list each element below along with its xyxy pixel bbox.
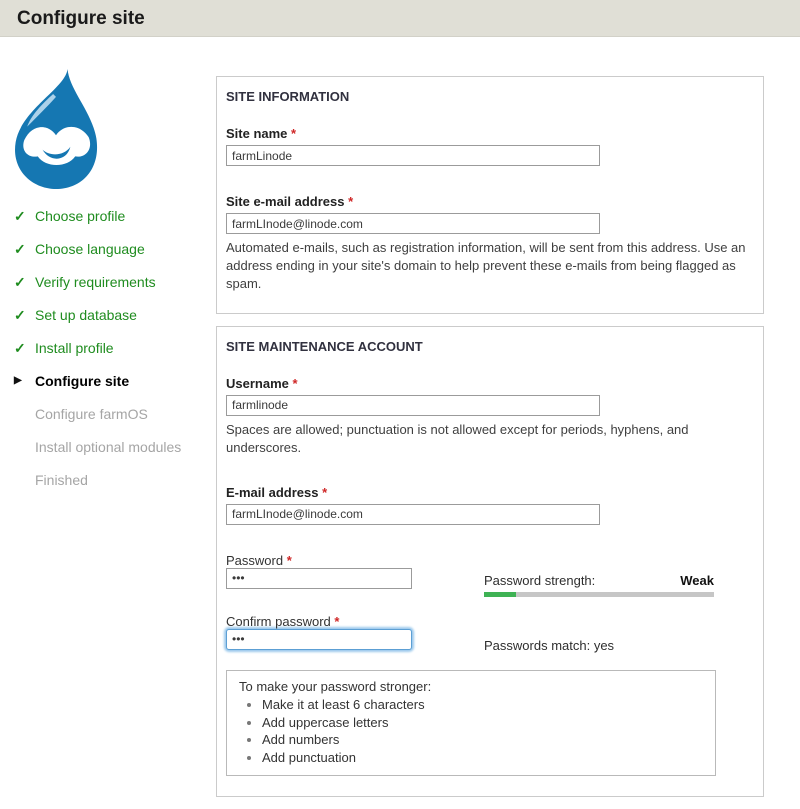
site-maintenance-account-panel: SITE MAINTENANCE ACCOUNT Username * Spac… bbox=[216, 326, 764, 798]
password-strength-header: Password strength: Weak bbox=[484, 573, 714, 588]
label-text: Site name bbox=[226, 126, 287, 141]
main-layout: ✓ Choose profile ✓ Choose language ✓ Ver… bbox=[0, 37, 800, 809]
site-name-input[interactable] bbox=[226, 145, 600, 166]
suggestion-item: Add uppercase letters bbox=[262, 714, 705, 732]
password-strength-track bbox=[484, 592, 714, 597]
confirm-password-input[interactable] bbox=[226, 629, 412, 650]
password-suggestions-box: To make your password stronger: Make it … bbox=[226, 670, 716, 777]
confirm-password-row: Confirm password * Passwords match: yes bbox=[226, 614, 748, 653]
required-asterisk: * bbox=[348, 194, 353, 209]
site-information-legend: SITE INFORMATION bbox=[226, 89, 748, 104]
password-strength-level: Weak bbox=[680, 573, 714, 588]
username-description: Spaces are allowed; punctuation is not a… bbox=[226, 421, 748, 457]
suggestion-item: Add numbers bbox=[262, 731, 705, 749]
check-icon: ✓ bbox=[14, 306, 35, 324]
task-choose-profile: ✓ Choose profile bbox=[14, 207, 216, 225]
password-label: Password * bbox=[226, 553, 292, 568]
task-label: Choose profile bbox=[35, 207, 125, 225]
required-asterisk: * bbox=[322, 485, 327, 500]
task-label: Choose language bbox=[35, 240, 145, 258]
username-label: Username * bbox=[226, 376, 748, 391]
password-strength-widget: Password strength: Weak bbox=[484, 553, 714, 597]
label-text: Username bbox=[226, 376, 289, 391]
task-label: Verify requirements bbox=[35, 273, 156, 291]
password-input[interactable] bbox=[226, 568, 412, 589]
task-choose-language: ✓ Choose language bbox=[14, 240, 216, 258]
task-finished: Finished bbox=[14, 471, 216, 489]
check-icon: ✓ bbox=[14, 273, 35, 291]
account-email-field-group: E-mail address * bbox=[226, 485, 748, 525]
task-label: Install profile bbox=[35, 339, 114, 357]
sidebar: ✓ Choose profile ✓ Choose language ✓ Ver… bbox=[0, 37, 216, 809]
site-email-description: Automated e-mails, such as registration … bbox=[226, 239, 748, 293]
task-label: Set up database bbox=[35, 306, 137, 324]
task-install-optional-modules: Install optional modules bbox=[14, 438, 216, 456]
password-suggestions-list: Make it at least 6 characters Add upperc… bbox=[239, 696, 705, 766]
password-strength-label: Password strength: bbox=[484, 573, 595, 588]
required-asterisk: * bbox=[293, 376, 298, 391]
account-email-input[interactable] bbox=[226, 504, 600, 525]
check-icon: ✓ bbox=[14, 207, 35, 225]
confirm-password-label: Confirm password * bbox=[226, 614, 339, 629]
required-asterisk: * bbox=[291, 126, 296, 141]
site-name-label: Site name * bbox=[226, 126, 748, 141]
druplicon-icon bbox=[8, 67, 104, 192]
task-label: Finished bbox=[35, 471, 88, 489]
required-asterisk: * bbox=[287, 553, 292, 568]
site-maintenance-account-legend: SITE MAINTENANCE ACCOUNT bbox=[226, 339, 748, 354]
label-text: Password bbox=[226, 553, 283, 568]
site-email-field-group: Site e-mail address * Automated e-mails,… bbox=[226, 194, 748, 293]
username-field-group: Username * Spaces are allowed; punctuati… bbox=[226, 376, 748, 457]
drupal-logo bbox=[8, 67, 104, 195]
task-label: Configure farmOS bbox=[35, 405, 148, 423]
label-text: Confirm password bbox=[226, 614, 331, 629]
task-configure-site: ▶ Configure site bbox=[14, 372, 216, 390]
account-email-label: E-mail address * bbox=[226, 485, 748, 500]
check-icon: ✓ bbox=[14, 240, 35, 258]
main-content: SITE INFORMATION Site name * Site e-mail… bbox=[216, 37, 764, 809]
site-information-panel: SITE INFORMATION Site name * Site e-mail… bbox=[216, 76, 764, 314]
task-label: Configure site bbox=[35, 372, 129, 390]
passwords-match-status: Passwords match: yes bbox=[484, 614, 714, 653]
task-label: Install optional modules bbox=[35, 438, 181, 456]
install-tasks-list: ✓ Choose profile ✓ Choose language ✓ Ver… bbox=[14, 207, 216, 489]
site-email-input[interactable] bbox=[226, 213, 600, 234]
suggestion-item: Add punctuation bbox=[262, 749, 705, 767]
site-email-label: Site e-mail address * bbox=[226, 194, 748, 209]
suggestion-item: Make it at least 6 characters bbox=[262, 696, 705, 714]
task-set-up-database: ✓ Set up database bbox=[14, 306, 216, 324]
password-suggestions-intro: To make your password stronger: bbox=[239, 678, 705, 696]
task-configure-farmos: Configure farmOS bbox=[14, 405, 216, 423]
site-name-field-group: Site name * bbox=[226, 126, 748, 166]
arrow-right-icon: ▶ bbox=[14, 372, 35, 389]
username-input[interactable] bbox=[226, 395, 600, 416]
password-field-group: Password * bbox=[226, 553, 436, 597]
label-text: Site e-mail address bbox=[226, 194, 345, 209]
confirm-password-field-group: Confirm password * bbox=[226, 614, 436, 653]
task-verify-requirements: ✓ Verify requirements bbox=[14, 273, 216, 291]
page-header: Configure site bbox=[0, 0, 800, 37]
label-text: E-mail address bbox=[226, 485, 319, 500]
page-title: Configure site bbox=[17, 8, 783, 30]
task-install-profile: ✓ Install profile bbox=[14, 339, 216, 357]
password-row: Password * Password strength: Weak bbox=[226, 553, 748, 597]
required-asterisk: * bbox=[334, 614, 339, 629]
check-icon: ✓ bbox=[14, 339, 35, 357]
password-strength-fill bbox=[484, 592, 516, 597]
